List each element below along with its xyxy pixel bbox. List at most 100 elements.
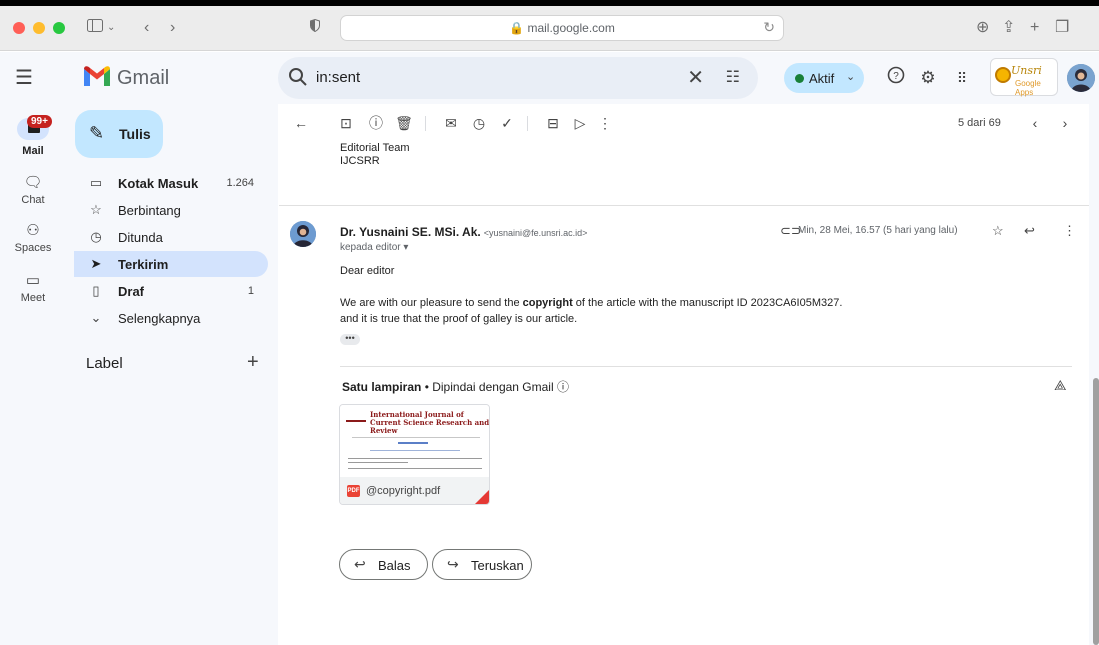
previous-message-line: IJCSRR [340, 155, 380, 167]
rail-mail[interactable]: 99+ Mail [0, 115, 66, 164]
main-menu-icon[interactable]: ☰ [10, 64, 38, 92]
archive-icon[interactable]: ⊡ [337, 114, 355, 132]
search-bar[interactable]: in:sent ✕ ☷ [278, 57, 758, 99]
preview-link-line [398, 442, 428, 444]
search-options-icon[interactable]: ☷ [726, 67, 740, 87]
meet-icon: ▭ [25, 272, 41, 289]
mark-unread-icon[interactable]: ✉ [442, 114, 460, 132]
rail-meet[interactable]: ▭ Meet [0, 272, 66, 304]
zoom-window-button[interactable] [53, 22, 65, 34]
org-logo-subtext: Google Apps [1015, 79, 1041, 97]
star-icon[interactable]: ☆ [992, 223, 1004, 239]
reply-button[interactable]: ↩ Balas [339, 549, 428, 580]
add-task-icon[interactable]: ✓ [498, 114, 516, 132]
tab-overview-icon[interactable]: ❐ [1055, 15, 1069, 41]
sidebar-item-snoozed[interactable]: ◷ Ditunda [74, 224, 268, 250]
sidebar-item-label: Terkirim [118, 257, 169, 272]
scrollbar-thumb[interactable] [1093, 378, 1099, 645]
downloads-icon[interactable]: ⊕ [976, 15, 989, 41]
sidebar-item-starred[interactable]: ☆ Berbintang [74, 197, 268, 223]
app-rail: 99+ Mail 🗨 Chat ⚇ Spaces ▭ Meet [0, 104, 66, 645]
sidebar-item-more[interactable]: ⌄ Selengkapnya [74, 305, 268, 331]
previous-message-line: Editorial Team [340, 142, 410, 154]
new-tab-icon[interactable]: + [1030, 15, 1039, 41]
star-icon: ☆ [90, 202, 102, 217]
back-arrow-icon[interactable]: ← [292, 114, 310, 132]
sidebar-item-label: Berbintang [118, 203, 181, 218]
more-options-icon[interactable]: ⋮ [1063, 223, 1076, 239]
sender-avatar[interactable] [290, 221, 316, 247]
sidebar-item-drafts[interactable]: ▯ Draf 1 [74, 278, 268, 304]
help-icon[interactable]: ? [884, 66, 908, 90]
minimize-window-button[interactable] [33, 22, 45, 34]
sidebar-toggle-icon[interactable] [86, 15, 104, 41]
browser-toolbar: ⌄ ‹ › 🔒 mail.google.com ↻ ⊕ ⇪ + ❐ [0, 6, 1099, 51]
attachments-scan-note: • Dipindai dengan Gmail ⓘ [421, 380, 569, 394]
url-text: 🔒 mail.google.com [509, 21, 615, 35]
clock-icon: ◷ [90, 229, 102, 244]
forward-icon[interactable]: › [170, 15, 175, 41]
attachment-preview: International Journal of Current Science… [340, 405, 490, 477]
gmail-header: ☰ Gmail in:sent ✕ ☷ Aktif ⌄ ? ⚙ ⠿ Unsri … [0, 52, 1099, 104]
search-input[interactable]: in:sent [316, 69, 360, 86]
compose-button[interactable]: ✎ Tulis [75, 110, 163, 158]
sidebar-item-count: 1.264 [226, 177, 254, 189]
address-bar[interactable]: 🔒 mail.google.com ↻ [340, 15, 784, 41]
sidebar-item-label: Selengkapnya [118, 311, 201, 326]
rail-chat[interactable]: 🗨 Chat [0, 174, 66, 206]
add-label-icon[interactable]: + [247, 351, 259, 374]
rail-mail-label: Mail [22, 145, 44, 157]
move-to-icon[interactable]: ⊟ [544, 114, 562, 132]
sender-email: <yusnaini@fe.unsri.ac.id> [483, 228, 588, 238]
recipient-details[interactable]: kepada editor ▾ [340, 242, 408, 253]
gmail-logo-icon[interactable] [84, 66, 110, 88]
account-avatar[interactable] [1067, 64, 1095, 92]
show-trimmed-content-button[interactable]: ••• [340, 334, 360, 345]
gmail-wordmark: Gmail [117, 67, 170, 89]
previous-message-snippet[interactable]: Editorial Team IJCSRR [340, 142, 410, 168]
sidebar-item-label: Ditunda [118, 230, 163, 245]
preview-text-line [348, 468, 482, 469]
label-icon[interactable]: ▷ [571, 114, 589, 132]
toolbar-divider [425, 116, 426, 131]
attachment-card[interactable]: International Journal of Current Science… [339, 404, 490, 505]
sidebar-item-inbox[interactable]: ▭ Kotak Masuk 1.264 [74, 170, 268, 196]
message-greeting: Dear editor [340, 265, 395, 277]
sender-name[interactable]: Dr. Yusnaini SE. MSi. Ak. <yusnaini@fe.un… [340, 225, 587, 239]
more-options-icon[interactable]: ⋮ [596, 114, 614, 132]
delete-icon[interactable]: 🗑 [395, 114, 413, 132]
organization-logo[interactable]: Unsri Google Apps [990, 58, 1058, 97]
reload-icon[interactable]: ↻ [763, 19, 775, 36]
privacy-shield-icon[interactable] [310, 15, 320, 41]
clear-search-icon[interactable]: ✕ [687, 65, 704, 90]
snooze-icon[interactable]: ◷ [470, 114, 488, 132]
search-icon[interactable] [288, 67, 308, 87]
org-logo-emblem [995, 67, 1011, 83]
rail-meet-label: Meet [20, 292, 46, 304]
close-window-button[interactable] [13, 22, 25, 34]
forward-icon: ↪ [447, 556, 459, 572]
forward-button[interactable]: ↪ Teruskan [432, 549, 532, 580]
chevron-down-icon[interactable]: ⌄ [107, 15, 115, 41]
sidebar-item-sent[interactable]: ➤ Terkirim [74, 251, 268, 277]
rail-spaces[interactable]: ⚇ Spaces [0, 222, 66, 254]
forward-label: Teruskan [471, 558, 524, 573]
google-apps-icon[interactable]: ⠿ [950, 66, 974, 90]
body-text: We are with our pleasure to send the [340, 297, 523, 309]
report-spam-icon[interactable]: ⓘ [367, 114, 385, 132]
settings-gear-icon[interactable]: ⚙ [916, 66, 940, 90]
unread-badge: 99+ [27, 115, 52, 128]
back-icon[interactable]: ‹ [144, 15, 149, 41]
message-date: Min, 28 Mei, 16.57 (5 hari yang lalu) [798, 225, 958, 236]
chat-icon: 🗨 [23, 174, 43, 191]
older-icon[interactable]: › [1056, 114, 1074, 132]
message-body-line: and it is true that the proof of galley … [340, 313, 578, 325]
preview-title: International Journal of Current Science… [370, 410, 490, 435]
add-to-drive-icon[interactable]: ⟁ [1054, 377, 1067, 394]
status-selector[interactable]: Aktif ⌄ [784, 63, 864, 93]
newer-icon[interactable]: ‹ [1026, 114, 1044, 132]
chevron-down-icon: ▾ [403, 242, 409, 253]
reply-icon[interactable]: ↩ [1024, 223, 1035, 239]
pdf-corner-fold [473, 488, 489, 504]
share-icon[interactable]: ⇪ [1002, 15, 1015, 41]
